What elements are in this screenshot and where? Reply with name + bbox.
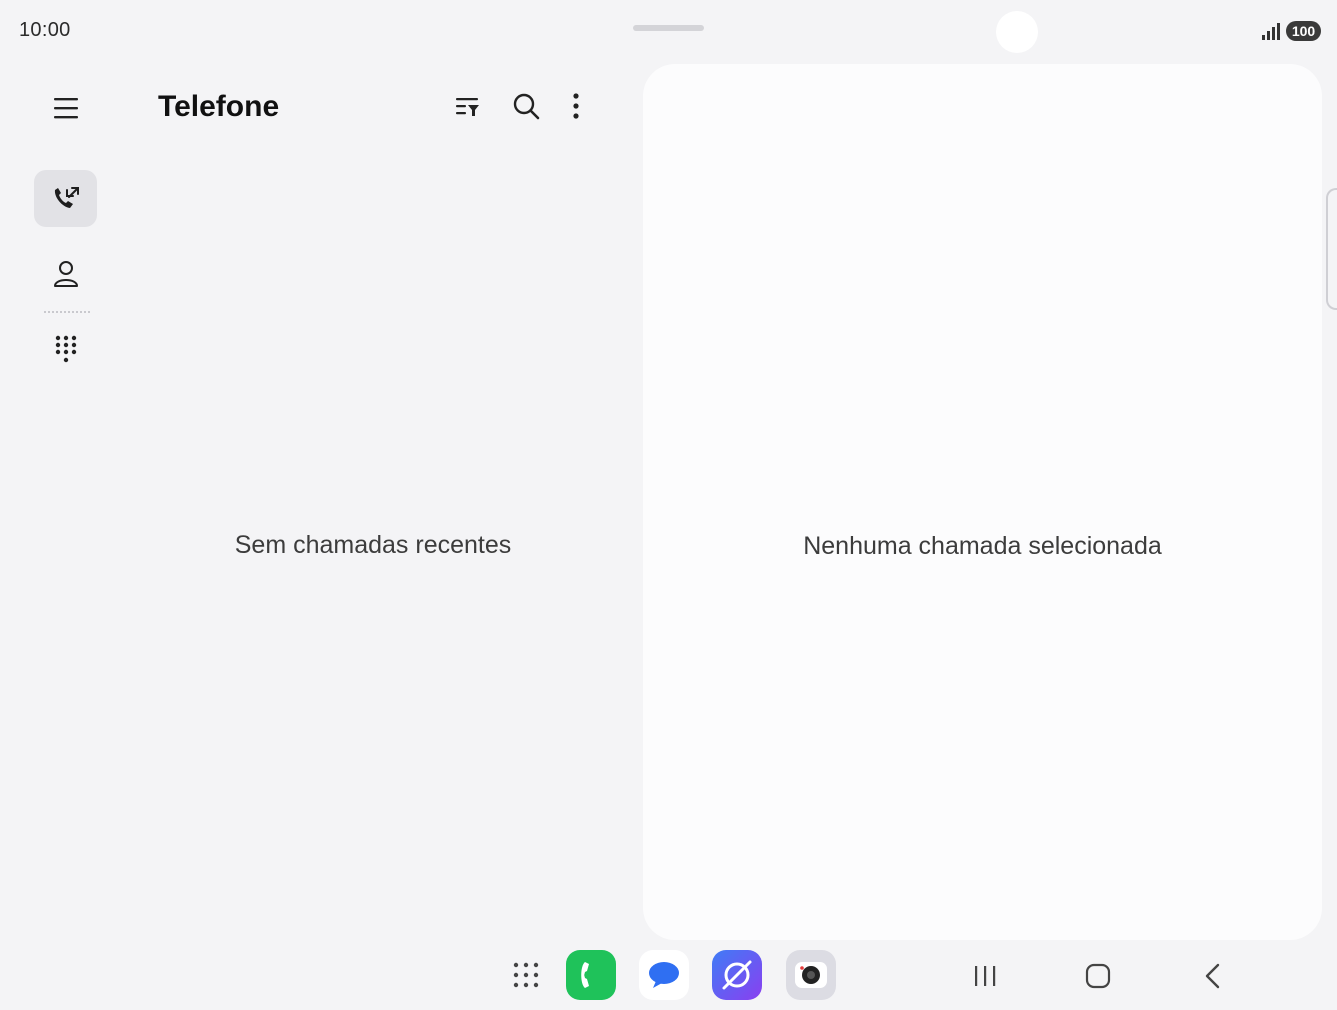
filter-icon: [456, 98, 479, 116]
menu-icon: [54, 98, 78, 119]
front-camera-cutout: [996, 11, 1038, 53]
internet-app[interactable]: [712, 950, 762, 1000]
window-drag-handle[interactable]: [633, 25, 704, 31]
recent-apps-icon: [975, 966, 996, 986]
keypad-icon: [55, 335, 76, 362]
status-bar: 10:00 100: [0, 0, 1337, 60]
rail-item-keypad[interactable]: [34, 321, 97, 378]
taskbar: [0, 942, 1337, 1010]
back-icon: [1205, 963, 1220, 989]
recent-calls-icon: [54, 186, 79, 208]
detail-pane: Nenhuma chamada selecionada: [643, 64, 1322, 940]
search-icon: [513, 93, 540, 120]
signal-icon: [1262, 23, 1280, 40]
rail-divider: [44, 311, 90, 313]
contacts-icon: [53, 260, 78, 287]
empty-recents-message: Sem chamadas recentes: [234, 531, 512, 559]
camera-app[interactable]: [786, 950, 836, 1000]
apps-grid-icon: [513, 962, 539, 988]
phone-app[interactable]: [566, 950, 616, 1000]
internet-icon: [722, 960, 752, 990]
rail-item-recents[interactable]: [34, 170, 97, 227]
clock: 10:00: [19, 19, 71, 41]
recent-apps-button[interactable]: [965, 956, 1005, 996]
camera-icon: [795, 962, 827, 988]
battery-icon: 100: [1286, 21, 1321, 41]
phone-icon: [581, 962, 589, 988]
page-title: Telefone: [158, 90, 280, 123]
filter-button[interactable]: [446, 85, 490, 129]
messages-app[interactable]: [639, 950, 689, 1000]
home-icon: [1085, 963, 1111, 989]
more-options-button[interactable]: [556, 84, 596, 128]
back-button[interactable]: [1192, 956, 1232, 996]
apps-grid-button[interactable]: [501, 950, 551, 1000]
edge-panel-handle[interactable]: [1326, 188, 1337, 310]
more-options-icon: [573, 93, 579, 119]
menu-button[interactable]: [44, 86, 88, 130]
rail-item-contacts[interactable]: [34, 245, 97, 302]
home-button[interactable]: [1078, 956, 1118, 996]
search-button[interactable]: [504, 84, 548, 128]
messages-icon: [649, 962, 679, 988]
empty-detail-message: Nenhuma chamada selecionada: [803, 532, 1162, 560]
